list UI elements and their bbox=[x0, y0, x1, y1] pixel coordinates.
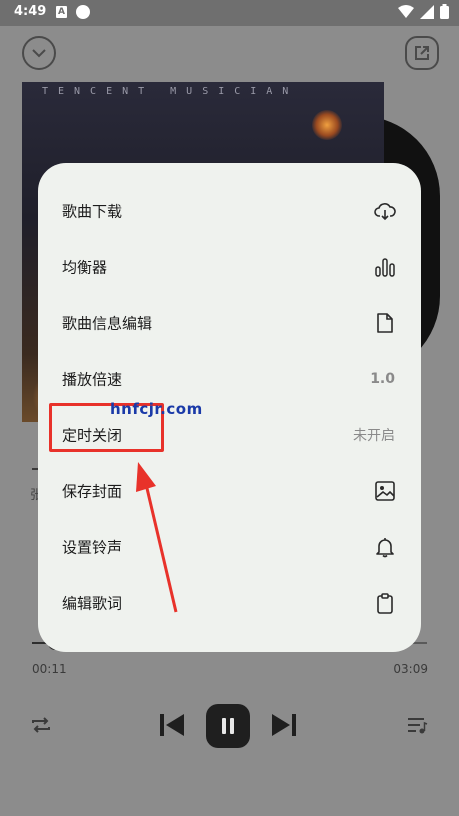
pause-button[interactable] bbox=[206, 704, 250, 748]
battery-icon bbox=[440, 4, 449, 19]
repeat-button[interactable] bbox=[28, 712, 54, 738]
menu-item-label: 歌曲下载 bbox=[62, 202, 123, 221]
playlist-button[interactable] bbox=[404, 712, 430, 738]
menu-item-edit-lyrics[interactable]: 编辑歌词 bbox=[38, 575, 421, 631]
signal-icon bbox=[420, 4, 434, 19]
menu-item-label: 保存封面 bbox=[62, 482, 123, 501]
skip-next-icon bbox=[272, 714, 296, 736]
clipboard-icon bbox=[373, 591, 397, 615]
menu-item-label: 均衡器 bbox=[62, 258, 108, 277]
album-lantern-light bbox=[312, 110, 342, 140]
current-time: 00:11 bbox=[32, 662, 67, 676]
pause-icon bbox=[222, 718, 234, 734]
notification-dot-icon bbox=[76, 5, 90, 19]
bell-icon bbox=[373, 535, 397, 559]
sleep-timer-status: 未开启 bbox=[353, 428, 395, 444]
chevron-down-icon bbox=[32, 49, 46, 58]
playback-speed-value: 1.0 bbox=[370, 371, 395, 387]
notification-app-icon: A bbox=[56, 6, 67, 18]
menu-item-label: 播放倍速 bbox=[62, 370, 123, 389]
document-icon bbox=[373, 311, 397, 335]
share-button[interactable] bbox=[405, 36, 439, 70]
previous-button[interactable] bbox=[156, 710, 188, 740]
menu-item-song-info-edit[interactable]: 歌曲信息编辑 bbox=[38, 295, 421, 351]
skip-previous-icon bbox=[160, 714, 184, 736]
collapse-button[interactable] bbox=[22, 36, 56, 70]
status-bar: 4:49 A bbox=[0, 0, 459, 26]
download-cloud-icon bbox=[373, 199, 397, 223]
menu-item-label: 设置铃声 bbox=[62, 538, 123, 557]
status-time: 4:49 bbox=[14, 4, 47, 19]
next-button[interactable] bbox=[268, 710, 300, 740]
menu-item-save-cover[interactable]: 保存封面 bbox=[38, 463, 421, 519]
watermark: hnfcjr.com bbox=[110, 400, 203, 418]
total-time: 03:09 bbox=[393, 662, 428, 676]
wifi-icon bbox=[398, 4, 414, 18]
menu-item-download[interactable]: 歌曲下载 bbox=[38, 183, 421, 239]
menu-item-playback-speed[interactable]: 播放倍速 1.0 bbox=[38, 351, 421, 407]
share-icon bbox=[415, 46, 429, 60]
image-icon bbox=[373, 479, 397, 503]
repeat-icon bbox=[32, 717, 50, 733]
status-icons bbox=[398, 4, 449, 19]
menu-item-equalizer[interactable]: 均衡器 bbox=[38, 239, 421, 295]
equalizer-icon bbox=[373, 255, 397, 279]
playlist-icon bbox=[408, 718, 428, 734]
menu-item-label: 歌曲信息编辑 bbox=[62, 314, 153, 333]
album-brand-text: TENCENT MUSICIAN bbox=[42, 86, 299, 97]
menu-item-set-ringtone[interactable]: 设置铃声 bbox=[38, 519, 421, 575]
menu-item-label: 编辑歌词 bbox=[62, 594, 123, 613]
